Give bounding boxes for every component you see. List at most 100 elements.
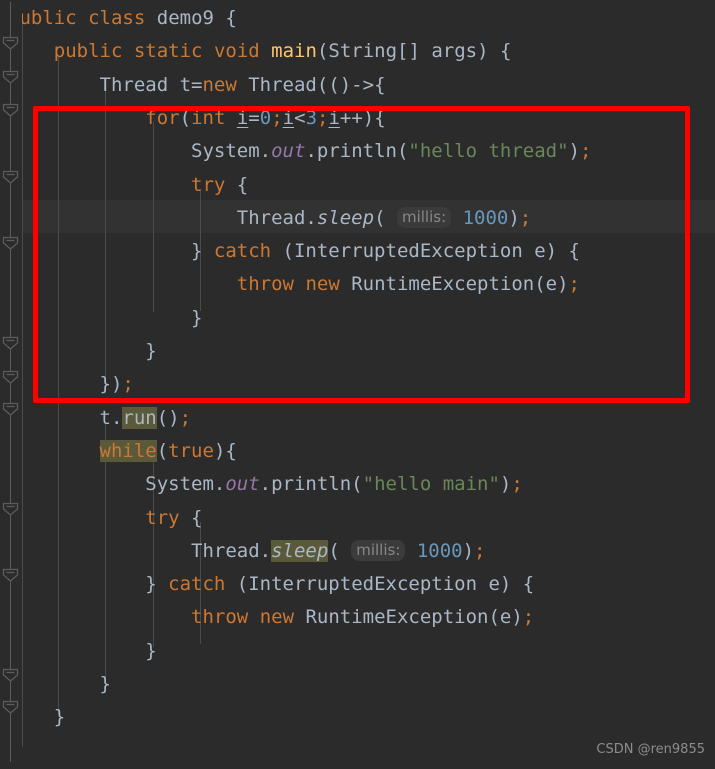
code-token: try — [191, 173, 226, 196]
code-line[interactable]: t.run(); — [0, 402, 715, 435]
code-token: new — [259, 606, 295, 629]
code-token: millis: — [396, 206, 452, 228]
code-line[interactable]: try { — [0, 169, 715, 202]
code-token: System. — [8, 140, 272, 163]
code-token: ; — [317, 106, 329, 129]
code-token: while — [99, 439, 157, 462]
code-token: } — [8, 639, 157, 662]
code-token: System. — [8, 473, 226, 496]
code-line[interactable]: try { — [0, 502, 715, 535]
code-token: i — [328, 106, 340, 129]
code-token: (InterruptedException e) { — [225, 573, 535, 596]
code-token: main — [271, 40, 317, 63]
code-line[interactable]: Thread.sleep( millis: 1000); — [0, 202, 715, 235]
collapse-region-icon[interactable] — [2, 502, 19, 517]
code-token: { — [225, 173, 249, 196]
code-token: ( — [374, 206, 386, 229]
code-token: RuntimeException(e) — [294, 606, 523, 629]
code-token: throw — [236, 273, 294, 296]
code-token: (InterruptedException e) { — [271, 240, 580, 263]
code-line[interactable]: throw new RuntimeException(e); — [0, 268, 715, 301]
code-line[interactable]: }); — [0, 368, 715, 401]
collapse-region-icon[interactable] — [2, 700, 19, 715]
code-line[interactable]: } catch (InterruptedException e) { — [0, 235, 715, 268]
code-token: void — [213, 40, 260, 63]
collapse-region-icon[interactable] — [2, 103, 19, 118]
watermark-label: CSDN @ren9855 — [596, 742, 705, 757]
code-token: } — [8, 306, 203, 329]
code-token: } — [8, 240, 214, 263]
code-token: t. — [8, 406, 123, 429]
code-line[interactable]: throw new RuntimeException(e); — [0, 601, 715, 634]
code-token: catch — [213, 240, 272, 263]
code-token: } — [8, 673, 111, 695]
code-line[interactable]: } — [0, 302, 715, 335]
code-token: ; — [519, 206, 532, 229]
code-token: 0 — [259, 106, 272, 129]
collapse-region-icon[interactable] — [2, 402, 19, 417]
collapse-region-icon[interactable] — [2, 36, 19, 51]
code-line[interactable]: } — [0, 701, 715, 734]
collapse-region-icon[interactable] — [2, 170, 19, 185]
code-token: i — [282, 106, 295, 129]
code-token: ( — [179, 106, 192, 129]
collapse-region-icon[interactable] — [2, 668, 19, 683]
code-token: int — [191, 106, 226, 129]
code-line[interactable]: Thread.sleep( millis: 1000); — [0, 535, 715, 568]
folding-gutter[interactable] — [0, 0, 22, 769]
code-token: Thread. — [8, 539, 272, 562]
code-line[interactable]: } — [0, 635, 715, 668]
code-line[interactable]: public static void main(String[] args) { — [0, 35, 715, 68]
code-token: run — [122, 406, 157, 429]
code-line[interactable]: System.out.println("hello thread"); — [0, 135, 715, 168]
code-token: Thread t= — [8, 73, 203, 96]
code-token: { — [179, 506, 203, 529]
code-token: public — [53, 40, 123, 63]
code-token: ( — [156, 439, 169, 462]
code-editor[interactable]: public class demo9 { public static void … — [0, 0, 715, 769]
code-token: ; — [271, 106, 283, 129]
code-token: < — [294, 106, 306, 129]
code-line[interactable]: for(int i=0;i<3;i++){ — [0, 102, 715, 135]
collapse-region-icon[interactable] — [2, 70, 19, 85]
collapse-region-icon[interactable] — [2, 236, 19, 251]
code-token: ; — [122, 373, 134, 396]
code-line[interactable]: } catch (InterruptedException e) { — [0, 568, 715, 601]
code-line[interactable]: while(true){ — [0, 435, 715, 468]
collapse-region-icon[interactable] — [2, 568, 19, 583]
code-line[interactable]: } — [0, 668, 715, 701]
code-token: sleep — [316, 206, 375, 229]
code-line[interactable]: } — [0, 335, 715, 368]
code-token: out — [225, 473, 260, 496]
code-token: } — [8, 340, 157, 362]
code-token: ( — [328, 539, 340, 562]
code-token: ; — [568, 273, 580, 296]
code-token: true — [168, 439, 214, 462]
code-token: "hello main" — [362, 473, 500, 496]
code-token: 1000 — [416, 539, 463, 562]
code-token: ) — [568, 140, 580, 163]
code-line[interactable]: Thread t=new Thread(()->{ — [0, 69, 715, 102]
collapse-region-icon[interactable] — [2, 370, 19, 385]
code-token: throw — [191, 606, 249, 629]
code-token: ) — [508, 206, 520, 229]
code-token: RuntimeException(e) — [339, 273, 569, 296]
code-line[interactable]: public class demo9 { — [0, 2, 715, 35]
code-token: millis: — [351, 539, 406, 561]
collapse-region-icon[interactable] — [2, 336, 19, 351]
code-token: ) — [462, 539, 475, 562]
code-token: Thread(()->{ — [236, 73, 386, 96]
code-line[interactable]: System.out.println("hello main"); — [0, 468, 715, 501]
code-token: try — [145, 506, 180, 529]
code-token: ) — [499, 473, 512, 496]
